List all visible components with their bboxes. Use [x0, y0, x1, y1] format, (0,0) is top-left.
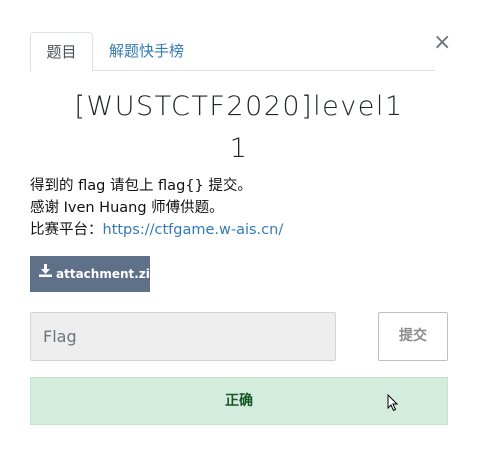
challenge-title: [WUSTCTF2020]level1 1	[30, 86, 448, 170]
close-icon: ×	[433, 30, 452, 55]
description-line1: 得到的 flag 请包上 flag{} 提交。	[30, 178, 252, 194]
attachment-label: attachment.zip	[56, 267, 159, 281]
description-line3: 比赛平台：https://ctfgame.w-ais.cn/	[30, 219, 448, 241]
challenge-title-line2: 1	[229, 133, 249, 164]
tab-challenge[interactable]: 题目	[30, 32, 93, 72]
flag-input[interactable]	[30, 312, 336, 361]
description-line2: 感谢 Iven Huang 师傅供题。	[30, 200, 224, 216]
challenge-modal: 题目 解题快手榜 × [WUSTCTF2020]level1 1 得到的 fla…	[0, 0, 480, 467]
platform-link[interactable]: https://ctfgame.w-ais.cn/	[103, 222, 284, 238]
platform-label: 比赛平台：	[30, 222, 103, 238]
submit-button[interactable]: 提交	[378, 312, 448, 361]
challenge-description: 得到的 flag 请包上 flag{} 提交。 感谢 Iven Huang 师傅…	[30, 175, 448, 241]
mouse-cursor-icon	[387, 394, 399, 412]
challenge-tabs: 题目 解题快手榜	[30, 32, 435, 72]
tab-solves[interactable]: 解题快手榜	[109, 32, 184, 71]
challenge-title-line1: [WUSTCTF2020]level1	[74, 91, 404, 122]
download-icon	[39, 255, 52, 291]
result-correct-banner: 正确	[30, 377, 448, 425]
close-button[interactable]: ×	[433, 30, 452, 55]
attachment-download-button[interactable]: attachment.zip	[30, 255, 159, 292]
